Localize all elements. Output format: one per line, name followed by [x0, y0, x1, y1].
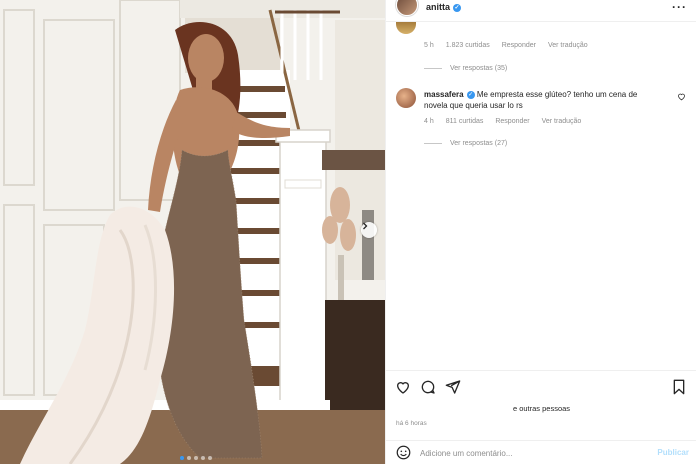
comment-avatar[interactable] — [396, 88, 416, 108]
reply-button[interactable]: Responder — [502, 42, 536, 49]
carousel-dot — [180, 456, 184, 460]
carousel-dot — [201, 456, 205, 460]
post-side-panel: anitta ✓ ··· 5 h 1.823 curtidas Responder… — [385, 0, 696, 464]
divider — [424, 68, 442, 69]
comment-username[interactable]: massafera — [424, 90, 464, 99]
post-header: anitta ✓ ··· — [386, 0, 696, 22]
post-author[interactable]: anitta ✓ — [426, 2, 462, 12]
comment-time: 5 h — [424, 42, 434, 49]
comment-likes-link[interactable]: 1.823 curtidas — [446, 42, 490, 49]
comment-icon[interactable] — [420, 379, 436, 395]
view-replies-label[interactable]: Ver respostas (35) — [450, 65, 507, 72]
carousel-dot — [187, 456, 191, 460]
carousel-dot — [208, 456, 212, 460]
publish-button[interactable]: Publicar — [657, 448, 689, 457]
more-options-button[interactable]: ··· — [672, 0, 687, 14]
comment-meta: 5 h 1.823 curtidas Responder Ver traduçã… — [424, 42, 588, 49]
next-photo-button[interactable] — [361, 222, 377, 238]
share-icon[interactable] — [445, 379, 461, 395]
post-actions — [386, 370, 696, 404]
comment-likes-link[interactable]: 811 curtidas — [446, 118, 484, 125]
post-timestamp: há 6 horas — [396, 420, 427, 427]
carousel-dot — [194, 456, 198, 460]
post-photo[interactable] — [0, 0, 385, 464]
verified-icon: ✓ — [453, 4, 462, 12]
photo-illustration — [0, 0, 385, 464]
comment-body: massafera ✓ Me empresta esse glúteo? tenh… — [424, 89, 662, 111]
comment-time: 4 h — [424, 118, 434, 125]
divider — [424, 143, 442, 144]
avatar[interactable] — [396, 0, 418, 16]
carousel-dots — [180, 456, 212, 460]
translate-link[interactable]: Ver tradução — [548, 42, 588, 49]
instagram-post: anitta ✓ ··· 5 h 1.823 curtidas Responder… — [0, 0, 696, 464]
view-replies-button[interactable]: Ver respostas (35) — [424, 65, 507, 72]
comment-input[interactable] — [420, 446, 640, 460]
like-comment-heart-icon[interactable] — [677, 92, 686, 101]
post-author-name[interactable]: anitta — [426, 2, 450, 12]
likes-summary[interactable]: e outras pessoas — [386, 404, 696, 413]
add-comment-bar: Publicar — [386, 440, 696, 464]
bookmark-icon[interactable] — [672, 379, 686, 395]
chevron-right-icon — [363, 222, 368, 230]
view-replies-button[interactable]: Ver respostas (27) — [424, 140, 507, 147]
verified-icon: ✓ — [466, 91, 475, 99]
view-replies-label[interactable]: Ver respostas (27) — [450, 140, 507, 147]
heart-icon[interactable] — [395, 379, 411, 395]
comment-meta: 4 h 811 curtidas Responder Ver tradução — [424, 118, 581, 125]
comment-avatar[interactable] — [396, 22, 416, 34]
translate-link[interactable]: Ver tradução — [542, 118, 582, 125]
reply-button[interactable]: Responder — [495, 118, 529, 125]
emoji-icon[interactable] — [396, 445, 411, 460]
